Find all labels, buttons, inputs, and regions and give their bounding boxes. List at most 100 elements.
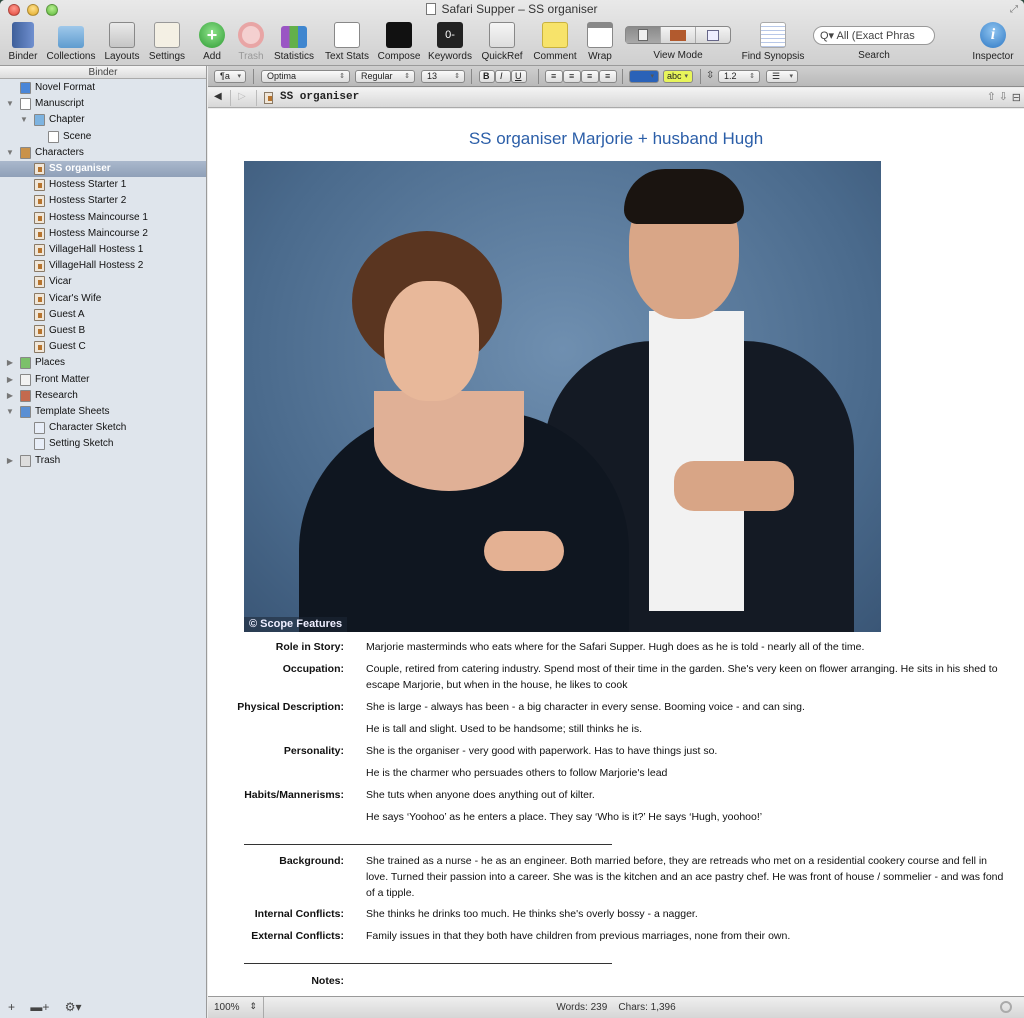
field-value[interactable]: Couple, retired from catering industry. … [366,661,1006,693]
binder-item[interactable]: Guest A [0,307,206,323]
binder-item[interactable]: Hostess Maincourse 2 [0,226,206,242]
field-value[interactable]: She thinks he drinks too much. He thinks… [366,906,1006,922]
binder-item[interactable]: Hostess Starter 2 [0,193,206,209]
toolbar-find-synopsis-button[interactable]: Find Synopsis [740,20,806,64]
binder-item[interactable]: Scene [0,129,206,145]
disclosure-collapsed-icon[interactable]: ▶ [6,372,14,388]
toolbar-settings-button[interactable]: Settings [146,20,188,64]
toolbar-wrap-button[interactable]: Wrap [584,20,616,64]
align-justify-button[interactable]: ≡ [599,70,617,83]
add-item-button[interactable]: + [8,1000,15,1014]
align-left-button[interactable]: ≡ [545,70,563,83]
binder-item[interactable]: Guest C [0,339,206,355]
trash-icon [20,454,31,467]
binder-item[interactable]: Vicar's Wife [0,291,206,307]
search-input[interactable]: Q▾ All (Exact Phras [813,26,935,45]
forward-arrow-icon[interactable]: ▷ [238,91,246,102]
field-value[interactable]: He is the charmer who persuades others t… [366,765,1006,781]
binder-item[interactable]: Setting Sketch [0,436,206,452]
toolbar-text-stats-button[interactable]: Text Stats [322,20,372,64]
toolbar-label: QuickRef [481,51,523,62]
disclosure-collapsed-icon[interactable]: ▶ [6,355,14,371]
toolbar-add-button[interactable]: + Add [196,20,228,64]
field-value[interactable]: She is the organiser - very good with pa… [366,743,1006,759]
binder-item[interactable]: SS organiser [0,161,206,177]
field-value[interactable]: Marjorie masterminds who eats where for … [366,639,1006,655]
disclosure-collapsed-icon[interactable]: ▶ [6,388,14,404]
fullscreen-icon[interactable]: ⤢ [1010,4,1018,15]
toolbar-layouts-button[interactable]: Layouts [102,20,142,64]
character-sheet-icon [34,276,45,289]
binder-item[interactable]: Hostess Maincourse 1 [0,210,206,226]
scrollbar[interactable] [1014,109,1024,996]
view-mode-label: View Mode [653,50,703,61]
font-family-select[interactable]: Optima ⇕ [261,70,350,83]
font-weight-select[interactable]: Regular ⇕ [355,70,415,83]
view-mode-outliner[interactable] [696,27,730,43]
field-value[interactable]: Family issues in that they both have chi… [366,928,1006,944]
binder-item[interactable]: VillageHall Hostess 1 [0,242,206,258]
text-color-button[interactable]: ▾ [629,70,659,83]
toolbar-quickref-button[interactable]: QuickRef [479,20,525,64]
list-style-menu[interactable]: ☰ ▾ [766,70,798,83]
highlight-color-button[interactable]: abc ▾ [663,70,693,83]
line-spacing-select[interactable]: 1.2 ⇕ [718,70,760,83]
view-mode-corkboard[interactable] [661,27,696,43]
toolbar-statistics-button[interactable]: Statistics [272,20,316,64]
split-editor-icon[interactable]: ⊟ [1012,91,1021,104]
disclosure-collapsed-icon[interactable]: ▶ [6,453,14,469]
binder-item[interactable]: Character Sketch [0,420,206,436]
binder-item[interactable]: ▶ Front Matter [0,372,206,388]
font-size-select[interactable]: 13 ⇕ [421,70,465,83]
binder-item[interactable]: ▼ Characters [0,145,206,161]
binder-item[interactable]: Hostess Starter 1 [0,177,206,193]
bold-button[interactable]: B [479,70,495,83]
target-icon[interactable] [1000,1001,1012,1013]
toolbar-label: Settings [148,51,186,62]
align-center-button[interactable]: ≡ [563,70,581,83]
document-title: SS organiser Marjorie + husband Hugh [468,129,764,148]
binder-item[interactable]: Guest B [0,323,206,339]
binder-item[interactable]: Vicar [0,274,206,290]
gear-menu-button[interactable]: ⚙▾ [65,1000,82,1014]
toolbar-trash-button[interactable]: Trash [235,20,267,64]
field-value[interactable]: He says ‘Yoohoo’ as he enters a place. T… [366,809,1006,825]
binder-item-label: Research [35,389,78,401]
character-sheet-icon [34,227,45,240]
italic-button[interactable]: I [495,70,511,83]
field-value[interactable]: He is tall and slight. Used to be handso… [366,721,1006,737]
field-value[interactable]: She trained as a nurse - he as an engine… [366,853,1006,901]
toolbar-comment-button[interactable]: Comment [531,20,579,64]
binder-item[interactable]: ▼ Template Sheets [0,404,206,420]
toolbar-collections-button[interactable]: Collections [44,20,98,64]
document-header-title[interactable]: SS organiser [280,91,359,103]
disclosure-expanded-icon[interactable]: ▼ [6,145,14,161]
binder-item[interactable]: ▼ Manuscript [0,96,206,112]
field-value[interactable]: She is large - always has been - a big c… [366,699,1006,715]
paragraph-style-menu[interactable]: ¶a ▾ [214,70,246,83]
binder-item[interactable]: ▶ Places [0,355,206,371]
binder-item[interactable]: Novel Format [0,80,206,96]
toolbar-keywords-button[interactable]: 0- Keywords [426,20,474,64]
toolbar-inspector-button[interactable]: i Inspector [970,20,1016,64]
toolbar-binder-button[interactable]: Binder [6,20,40,64]
disclosure-expanded-icon[interactable]: ▼ [6,96,14,112]
align-right-button[interactable]: ≡ [581,70,599,83]
view-mode-scrivenings[interactable] [626,27,661,43]
toolbar-compose-button[interactable]: Compose [376,20,422,64]
text-editor[interactable]: SS organiser Marjorie + husband Hugh © S… [208,109,1024,996]
binder-item[interactable]: ▼ Chapter [0,112,206,128]
disclosure-expanded-icon[interactable]: ▼ [20,112,28,128]
add-folder-button[interactable]: ▬+ [30,1000,49,1014]
underline-button[interactable]: U [511,70,527,83]
disclosure-expanded-icon[interactable]: ▼ [6,404,14,420]
binder-item[interactable]: VillageHall Hostess 2 [0,258,206,274]
field-value[interactable]: She tuts when anyone does anything out o… [366,787,1006,803]
back-arrow-icon[interactable]: ◀ [214,91,222,102]
binder-item-label: Setting Sketch [49,438,114,450]
previous-document-icon[interactable]: ⇧ [987,90,996,103]
binder-item[interactable]: ▶ Research [0,388,206,404]
next-document-icon[interactable]: ⇩ [999,90,1008,103]
template-sheet-icon [34,422,45,435]
binder-item[interactable]: ▶ Trash [0,453,206,469]
